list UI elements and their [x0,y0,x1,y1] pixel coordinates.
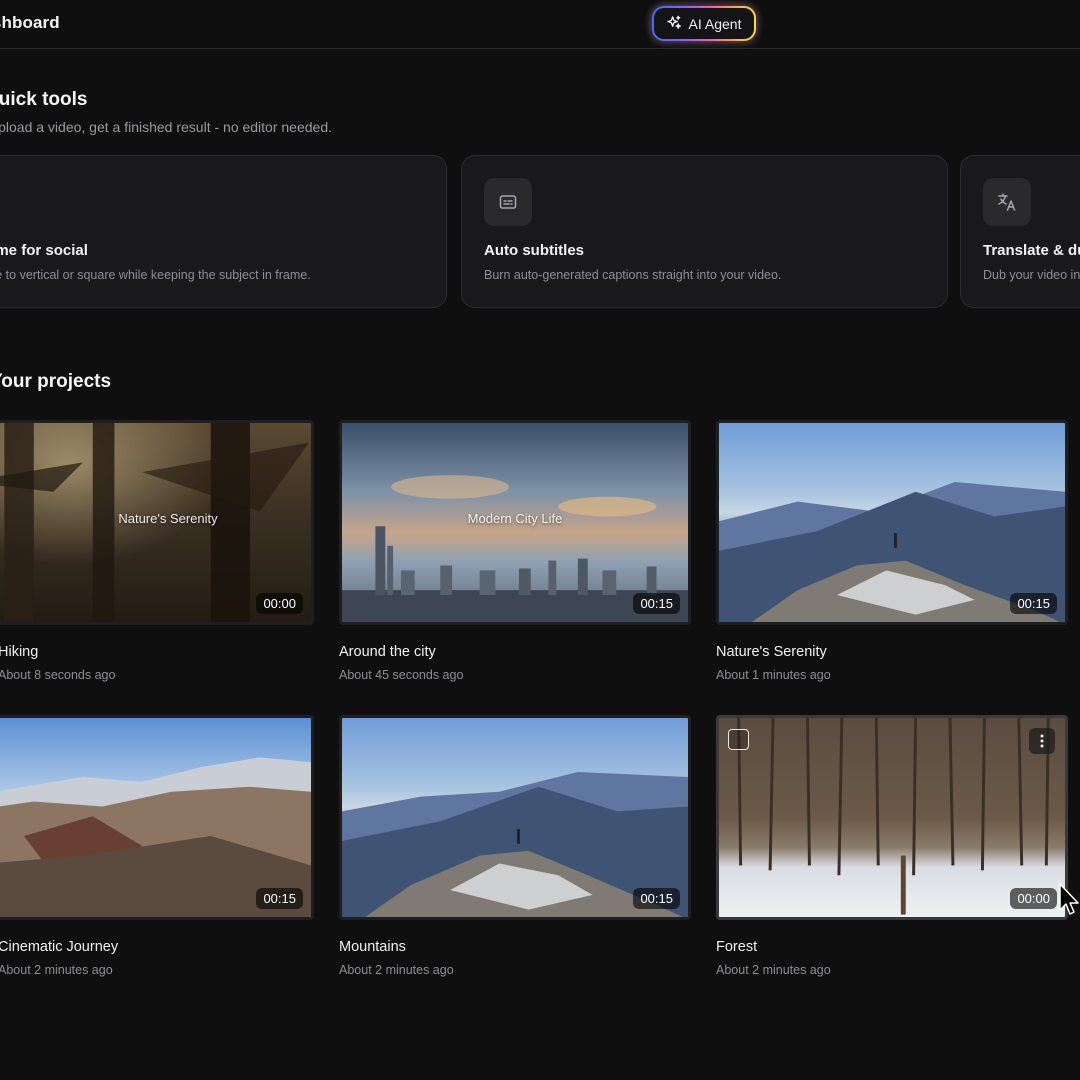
tool-description: Burn auto-generated captions straight in… [484,268,782,282]
tool-card-subtitles[interactable]: Auto subtitles Burn auto-generated capti… [461,155,948,308]
project-title: Forest [716,939,758,955]
project-title: Nature's Serenity [716,644,827,660]
tool-card-translate[interactable]: Translate & dub Dub your video in [960,155,1080,308]
project-timestamp: About 2 minutes ago [716,963,831,977]
project-card[interactable]: Modern City Life 00:15 Around the city A… [339,420,691,682]
tool-title: Translate & dub [983,242,1080,259]
duration-badge: 00:15 [633,593,680,614]
quick-tools-subheading: Upload a video, get a finished result - … [0,119,333,135]
tool-title: Auto subtitles [484,242,584,259]
project-thumbnail[interactable]: Nature's Serenity 00:00 [0,420,314,625]
project-timestamp: About 45 seconds ago [339,668,464,682]
project-thumbnail[interactable]: 00:15 [339,715,691,920]
more-options-icon[interactable] [1029,728,1055,754]
project-thumbnail[interactable]: 00:15 [0,715,314,920]
dashboard-page: Dashboard AI Agent Quick tools Upload a … [0,0,1080,1080]
project-title: Around the city [339,644,436,660]
top-bar: Dashboard AI Agent [0,0,1080,49]
tool-title: Reframe for social [0,242,88,259]
ai-agent-label: AI Agent [688,15,742,32]
page-title: Dashboard [0,13,60,32]
project-title: Cinematic Journey [0,939,119,955]
ai-agent-button[interactable]: AI Agent [652,6,756,41]
select-checkbox[interactable] [728,729,749,750]
duration-badge: 00:15 [256,888,303,909]
tool-description: Resize to vertical or square while keepi… [0,268,311,282]
project-card[interactable]: 00:15 Nature's Serenity About 1 minutes … [716,420,1068,682]
project-card[interactable]: 00:00 Forest About 2 minutes ago [716,715,1068,977]
project-thumbnail[interactable]: 00:00 [716,715,1068,920]
project-timestamp: About 8 seconds ago [0,668,116,682]
quick-tools-heading: Quick tools [0,89,88,110]
thumbnail-caption: Nature's Serenity [118,511,218,526]
thumbnail-caption: Modern City Life [467,511,563,526]
sparkle-icon [666,15,682,33]
project-card[interactable]: Nature's Serenity 00:00 Hiking About 8 s… [0,420,314,682]
project-title: Hiking [0,644,39,660]
project-thumbnail[interactable]: Modern City Life 00:15 [339,420,691,625]
project-timestamp: About 2 minutes ago [0,963,113,977]
project-timestamp: About 2 minutes ago [339,963,454,977]
translate-icon [983,178,1031,226]
tool-description: Dub your video in [983,268,1080,282]
duration-badge: 00:00 [256,593,303,614]
projects-heading: Your projects [0,371,112,392]
subtitles-icon [484,178,532,226]
duration-badge: 00:00 [1010,888,1057,909]
project-card[interactable]: 00:15 Mountains About 2 minutes ago [339,715,691,977]
project-title: Mountains [339,939,406,955]
project-thumbnail[interactable]: 00:15 [716,420,1068,625]
project-timestamp: About 1 minutes ago [716,668,831,682]
project-card[interactable]: 00:15 Cinematic Journey About 2 minutes … [0,715,314,977]
duration-badge: 00:15 [633,888,680,909]
mouse-cursor-icon [1058,882,1080,947]
duration-badge: 00:15 [1010,593,1057,614]
tool-card-reframe[interactable]: Reframe for social Resize to vertical or… [0,155,447,308]
